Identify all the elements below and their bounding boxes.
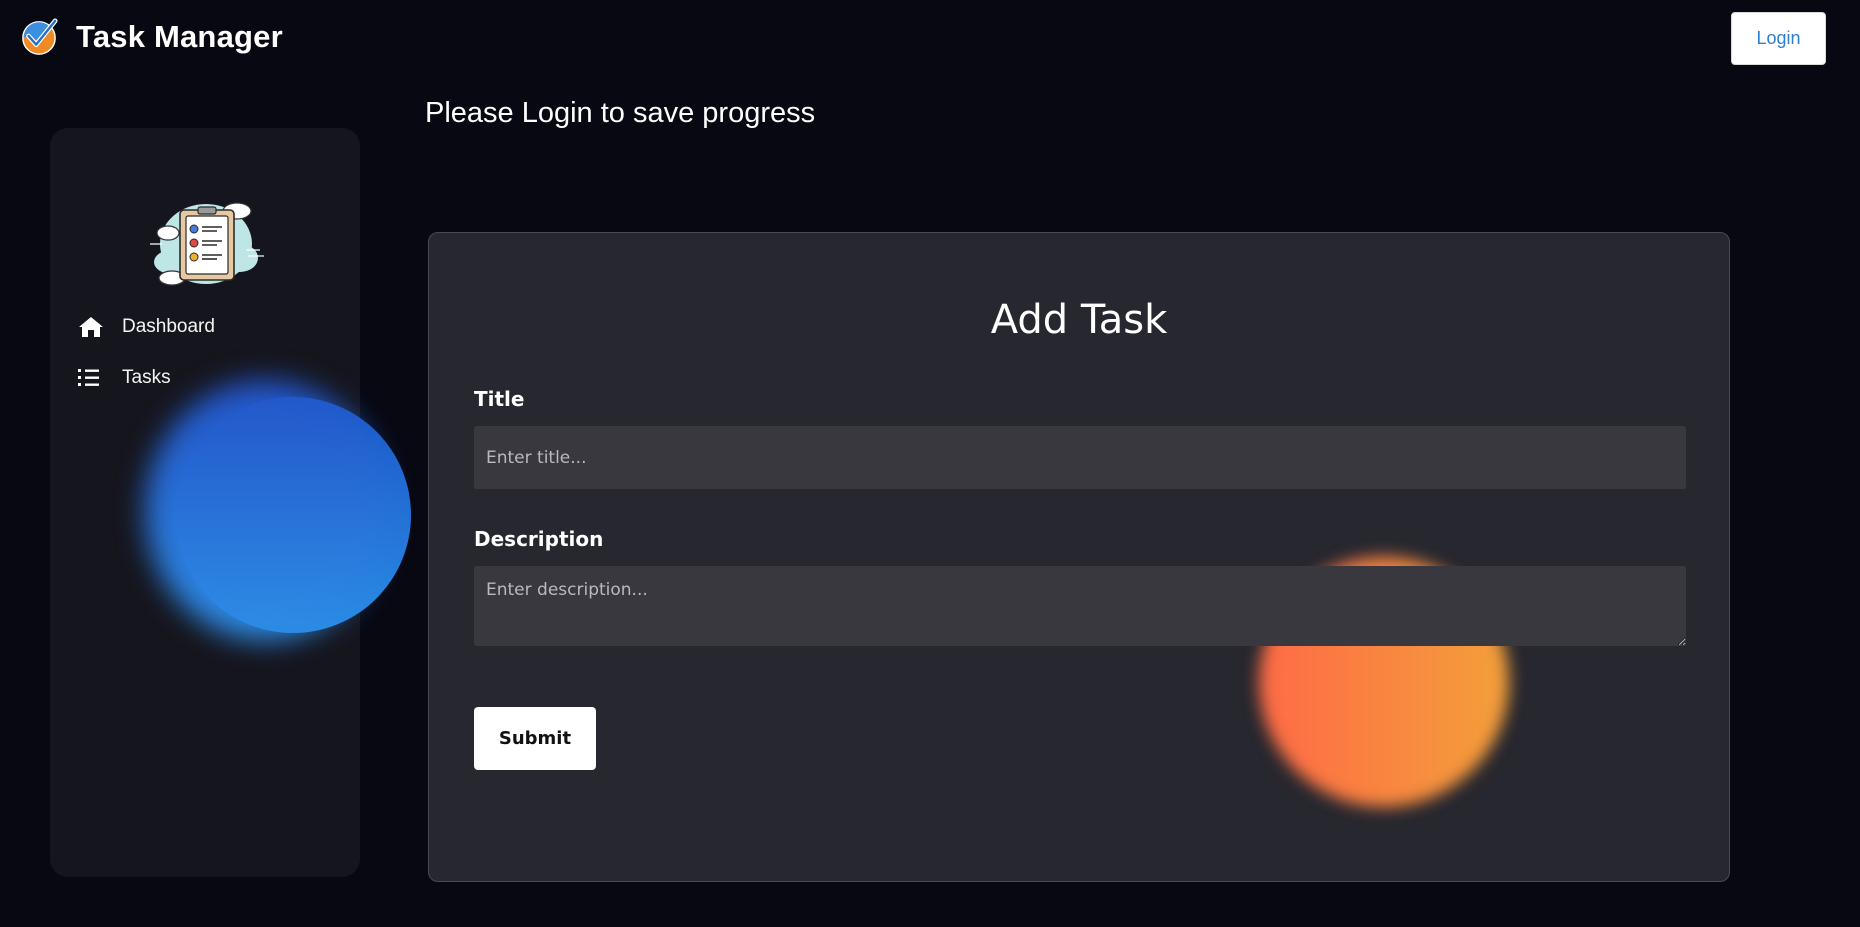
checklist-clouds-illustration (150, 202, 264, 286)
title-label: Title (474, 387, 525, 411)
sidebar-item-dashboard[interactable]: Dashboard (78, 316, 215, 338)
description-label: Description (474, 527, 604, 551)
brand[interactable]: Task Manager (20, 18, 283, 56)
checkmark-logo-icon (22, 18, 58, 55)
submit-button[interactable]: Submit (474, 707, 596, 770)
sidebar-item-tasks[interactable]: Tasks (78, 367, 171, 389)
login-button[interactable]: Login (1731, 12, 1826, 65)
blue-decorative-glow (145, 380, 385, 640)
login-notice: Please Login to save progress (425, 97, 816, 129)
add-task-card: Add Task Title Description Submit (428, 232, 1730, 882)
app-title: Task Manager (76, 19, 283, 54)
sidebar-item-label: Tasks (122, 367, 171, 388)
home-icon (79, 317, 103, 337)
form-heading: Add Task (990, 297, 1168, 343)
sidebar-item-label: Dashboard (122, 316, 215, 337)
top-bar: Task Manager Login (0, 0, 1860, 80)
list-icon (78, 369, 99, 386)
title-input[interactable] (474, 426, 1686, 489)
description-textarea[interactable] (474, 566, 1686, 646)
